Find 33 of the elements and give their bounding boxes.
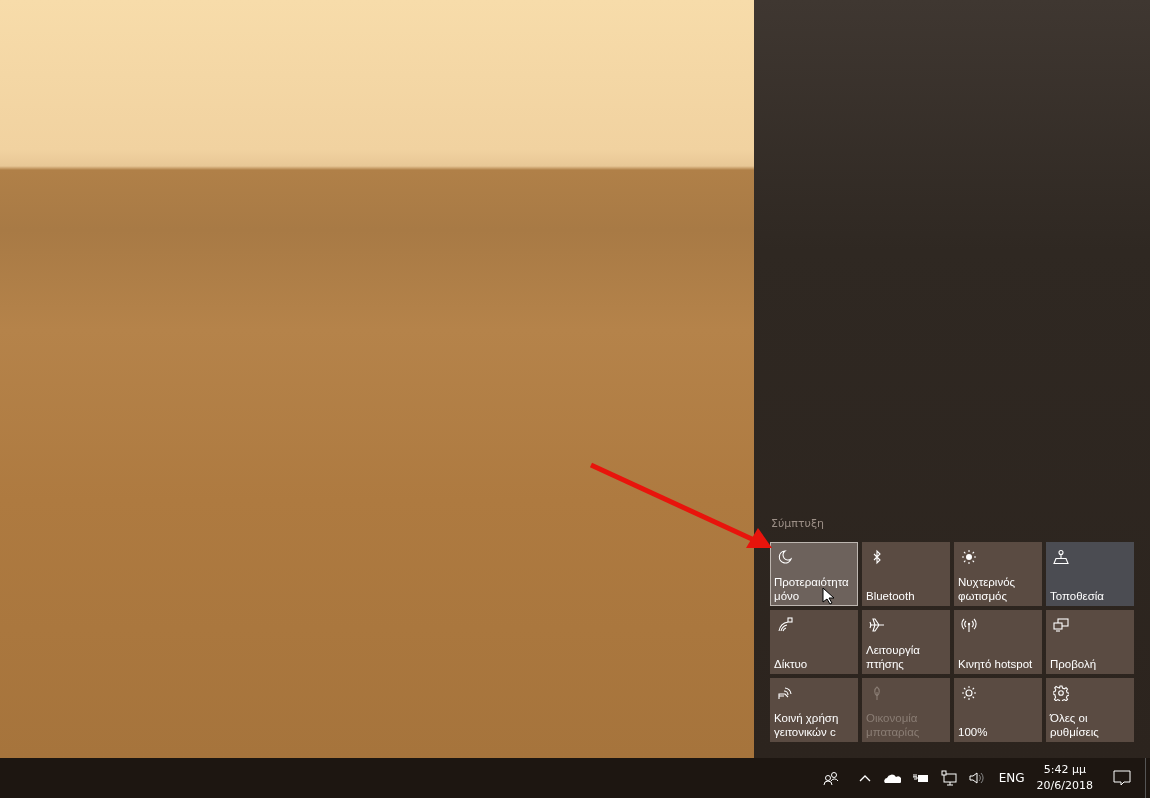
quick-action-tile[interactable]: Τοποθεσία (1046, 542, 1134, 606)
hotspot-icon (961, 617, 977, 633)
project-icon (1053, 617, 1069, 633)
airplane-icon (869, 617, 885, 633)
collapse-link[interactable]: Σύμπτυξη (771, 517, 825, 530)
brightness-icon (961, 685, 977, 701)
network-icon (777, 617, 793, 633)
network-monitor-icon[interactable] (940, 770, 957, 786)
clock-time[interactable]: 5:42 μμ (1043, 762, 1086, 778)
quick-action-tile[interactable]: Νυχτερινός φωτισμός (954, 542, 1042, 606)
quick-action-tile[interactable]: Λειτουργία πτήσης (862, 610, 950, 674)
quick-action-tile[interactable]: Προβολή (1046, 610, 1134, 674)
cloud-icon[interactable] (882, 773, 901, 783)
quick-action-tile[interactable]: Bluetooth (862, 542, 950, 606)
nearby-share-icon (777, 685, 793, 701)
mouse-cursor-icon (822, 587, 834, 605)
battery-plug-icon[interactable] (912, 772, 929, 784)
quick-action-tile[interactable]: Όλες οι ρυθμίσεις (1046, 678, 1134, 742)
language-indicator[interactable]: ENG (998, 771, 1025, 785)
speaker-icon[interactable] (968, 771, 985, 785)
quick-action-tile[interactable]: Δίκτυο (770, 610, 858, 674)
people-icon[interactable] (822, 770, 839, 786)
chevron-up-icon[interactable] (858, 774, 871, 782)
quick-action-tile[interactable]: 100% (954, 678, 1042, 742)
settings-icon (1053, 685, 1069, 701)
night-light-icon (961, 549, 977, 565)
notification-icon[interactable] (1113, 770, 1131, 786)
moon-icon (777, 549, 793, 565)
location-icon (1053, 549, 1069, 565)
quick-action-tile[interactable]: Κινητό hotspot (954, 610, 1042, 674)
clock-date[interactable]: 20/6/2018 (1036, 778, 1093, 794)
quick-action-tile[interactable]: Προτεραιότητα μόνο (770, 542, 858, 606)
quick-action-tile[interactable]: Κοινή χρήση γειτονικών c (770, 678, 858, 742)
